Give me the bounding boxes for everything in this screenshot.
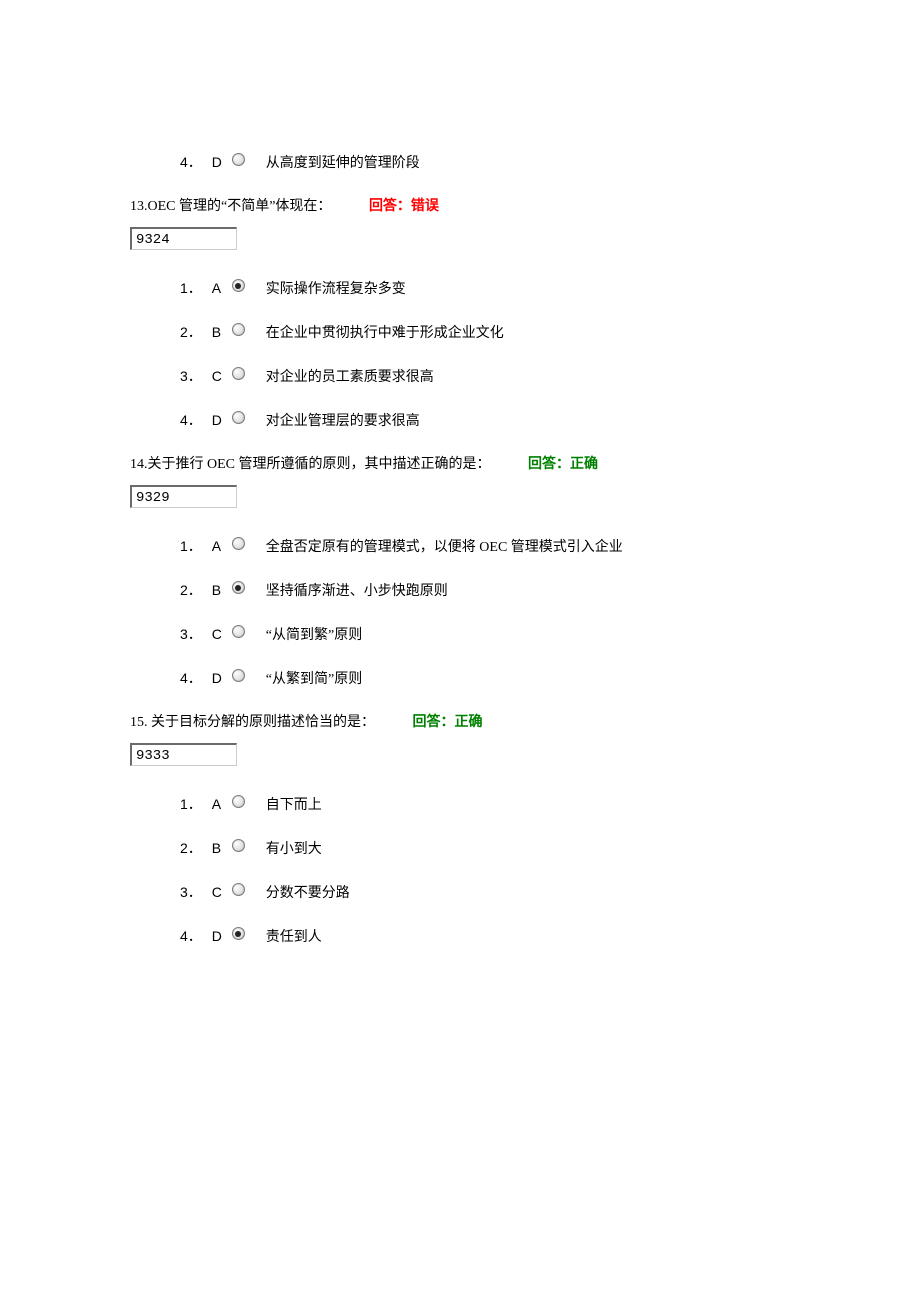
option-row: 4． D “从繁到简”原则 [180,668,790,690]
option-text: 坚持循序渐进、小步快跑原则 [266,581,448,602]
radio-icon[interactable] [232,795,245,808]
radio-icon[interactable] [232,927,245,940]
option-number: 4． [180,410,202,431]
option-row: 1． A 自下而上 [180,794,790,816]
question-header: 13.OEC 管理的“不简单”体现在： 回答：错误 [130,196,790,217]
option-text: 自下而上 [266,795,322,816]
radio-icon[interactable] [232,323,245,336]
option-letter: C [212,624,232,645]
option-number: 4． [180,152,202,173]
answer-feedback: 回答：正确 [528,457,598,472]
option-row: 3． C “从简到繁”原则 [180,624,790,646]
option-number: 1． [180,794,202,815]
option-row: 2． B 在企业中贯彻执行中难于形成企业文化 [180,322,790,344]
option-text: 从高度到延伸的管理阶段 [266,153,420,174]
option-row: 4． D 对企业管理层的要求很高 [180,410,790,432]
option-letter: C [212,882,232,903]
question-text: 关于目标分解的原则描述恰当的是： [148,715,376,730]
radio-icon[interactable] [232,839,245,852]
answer-feedback: 回答：正确 [413,715,483,730]
radio-icon[interactable] [232,279,245,292]
option-row: 2． B 有小到大 [180,838,790,860]
option-letter: A [212,794,232,815]
option-row: 3． C 对企业的员工素质要求很高 [180,366,790,388]
option-number: 3． [180,882,202,903]
option-letter: D [212,410,232,431]
option-text: 实际操作流程复杂多变 [266,279,406,300]
option-letter: A [212,536,232,557]
question-header: 14.关于推行 OEC 管理所遵循的原则，其中描述正确的是： 回答：正确 [130,454,790,475]
question-header: 15. 关于目标分解的原则描述恰当的是： 回答：正确 [130,712,790,733]
option-letter: D [212,152,232,173]
option-letter: A [212,278,232,299]
question-text: 关于推行 OEC 管理所遵循的原则，其中描述正确的是： [148,457,491,472]
option-number: 2． [180,838,202,859]
option-text: 分数不要分路 [266,883,350,904]
option-text: 有小到大 [266,839,322,860]
option-letter: B [212,838,232,859]
option-letter: C [212,366,232,387]
id-input[interactable]: 9329 [130,485,237,508]
option-row: 1． A 实际操作流程复杂多变 [180,278,790,300]
question-number: 14. [130,457,148,472]
radio-icon[interactable] [232,411,245,424]
option-letter: D [212,668,232,689]
option-row: 1． A 全盘否定原有的管理模式，以便将 OEC 管理模式引入企业 [180,536,790,558]
option-text: “从繁到简”原则 [266,669,362,690]
id-input[interactable]: 9333 [130,743,237,766]
radio-icon[interactable] [232,537,245,550]
option-row: 3． C 分数不要分路 [180,882,790,904]
option-text: 责任到人 [266,927,322,948]
option-number: 2． [180,322,202,343]
option-text: 全盘否定原有的管理模式，以便将 OEC 管理模式引入企业 [266,537,623,558]
option-number: 4． [180,926,202,947]
radio-icon[interactable] [232,883,245,896]
id-field: 9324 [130,227,790,250]
option-letter: B [212,322,232,343]
option-number: 3． [180,624,202,645]
radio-icon[interactable] [232,153,245,166]
id-field: 9329 [130,485,790,508]
option-number: 1． [180,278,202,299]
question-text: OEC 管理的“不简单”体现在： [148,199,332,214]
option-row: 4． D 从高度到延伸的管理阶段 [180,152,790,174]
option-text: 对企业的员工素质要求很高 [266,367,434,388]
option-number: 2． [180,580,202,601]
question-number: 13. [130,199,148,214]
option-text: 在企业中贯彻执行中难于形成企业文化 [266,323,504,344]
question-number: 15. [130,715,148,730]
option-letter: B [212,580,232,601]
radio-icon[interactable] [232,669,245,682]
option-number: 1． [180,536,202,557]
option-number: 4． [180,668,202,689]
id-field: 9333 [130,743,790,766]
option-row: 2． B 坚持循序渐进、小步快跑原则 [180,580,790,602]
option-letter: D [212,926,232,947]
radio-icon[interactable] [232,581,245,594]
radio-icon[interactable] [232,367,245,380]
page: 4． D 从高度到延伸的管理阶段 13.OEC 管理的“不简单”体现在： 回答：… [0,0,920,948]
radio-icon[interactable] [232,625,245,638]
option-text: “从简到繁”原则 [266,625,362,646]
answer-feedback: 回答：错误 [369,199,439,214]
option-text: 对企业管理层的要求很高 [266,411,420,432]
option-row: 4． D 责任到人 [180,926,790,948]
id-input[interactable]: 9324 [130,227,237,250]
option-number: 3． [180,366,202,387]
